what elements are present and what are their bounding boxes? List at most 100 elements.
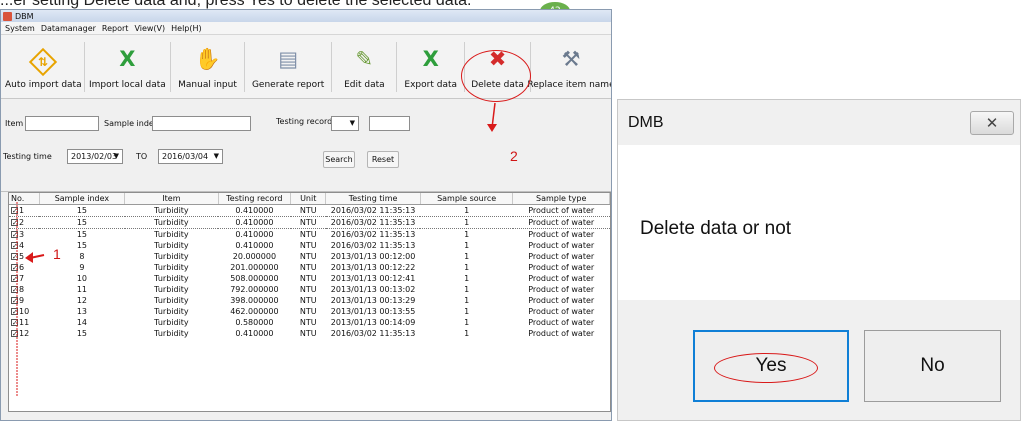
table-cell: 0.580000 bbox=[235, 317, 274, 327]
auto-import-icon: ⇅ bbox=[29, 47, 58, 77]
sample-index-label: Sample index bbox=[104, 119, 159, 128]
table-cell: 2013/01/13 00:12:00 bbox=[330, 251, 416, 261]
table-cell: 1 bbox=[464, 229, 470, 239]
reset-button[interactable]: Reset bbox=[367, 151, 399, 168]
table-cell: Product of water bbox=[528, 306, 595, 316]
table-cell: 2013/01/13 00:12:22 bbox=[330, 262, 416, 272]
table-cell: 792.000000 bbox=[230, 284, 279, 294]
table-row[interactable]: ✓8 11 Turbidity 792.000000 NTU 2013/01/13 00:… bbox=[9, 284, 610, 295]
testing-time-label: Testing time bbox=[3, 152, 52, 161]
table-cell: NTU bbox=[290, 215, 326, 229]
row-number: 6 bbox=[19, 262, 25, 272]
date-from-select[interactable]: 2013/02/03 ▼ bbox=[67, 149, 123, 164]
row-number: 11 bbox=[19, 317, 30, 327]
window-title: DBM bbox=[15, 11, 34, 21]
menu-system[interactable]: System bbox=[5, 24, 35, 33]
table-row[interactable]: ✓6 9 Turbidity 201.000000 NTU 2013/01/13 00:1… bbox=[9, 262, 610, 273]
table-row[interactable]: ✓3 15 Turbidity 0.410000 NTU 2016/03/02 11:35… bbox=[9, 228, 610, 240]
chevron-down-icon: ▼ bbox=[213, 152, 219, 160]
table-row[interactable]: ✓2 15 Turbidity 0.410000 NTU 2016/03/02 11:35… bbox=[9, 215, 610, 229]
table-row[interactable]: ✓4 15 Turbidity 0.410000 NTU 2016/03/02 11:35… bbox=[9, 240, 610, 251]
table-cell: 14 bbox=[76, 317, 87, 327]
column-header[interactable]: Testing record bbox=[218, 193, 292, 205]
table-cell: 1 bbox=[420, 215, 513, 229]
table-cell: Turbidity bbox=[154, 273, 189, 283]
table-row[interactable]: ✓12 15 Turbidity 0.410000 NTU 2016/03/02 11:3… bbox=[9, 328, 610, 339]
table-cell: 15 bbox=[39, 215, 125, 229]
table-cell: Product of water bbox=[528, 295, 595, 305]
row-checkbox[interactable]: ✓ bbox=[11, 218, 18, 226]
no-button[interactable]: No bbox=[864, 330, 1001, 402]
table-cell: 9 bbox=[79, 262, 85, 272]
auto-import-data-button[interactable]: ⇅ Auto import data bbox=[3, 35, 84, 98]
row-checkbox[interactable]: ✓ bbox=[11, 206, 18, 214]
table-cell: NTU bbox=[299, 328, 317, 338]
filter-panel: Item Sample index Testing record ▼ Testi… bbox=[1, 99, 611, 192]
column-header[interactable]: Testing time bbox=[325, 193, 421, 205]
table-cell: NTU bbox=[299, 240, 317, 250]
column-header[interactable]: Sample source bbox=[420, 193, 514, 205]
export-data-button[interactable]: X Export data bbox=[397, 35, 464, 98]
table-cell: ✓12 bbox=[9, 328, 39, 339]
menu-view[interactable]: View(V) bbox=[134, 24, 165, 33]
table-cell: 462.000000 bbox=[230, 306, 279, 316]
row-checkbox[interactable]: ✓ bbox=[11, 318, 18, 326]
column-header[interactable]: Unit bbox=[290, 193, 327, 205]
manual-input-button[interactable]: ✋ Manual input bbox=[171, 35, 244, 98]
column-header[interactable]: Sample index bbox=[39, 193, 126, 205]
table-cell: 15 bbox=[76, 229, 87, 239]
table-row[interactable]: ✓9 12 Turbidity 398.000000 NTU 2013/01/13 00:… bbox=[9, 295, 610, 306]
menu-report[interactable]: Report bbox=[102, 24, 129, 33]
dialog-footer: Yes No bbox=[618, 300, 1020, 420]
table-row[interactable]: ✓11 14 Turbidity 0.580000 NTU 2013/01/13 00:1… bbox=[9, 317, 610, 328]
table-cell: 0.410000 bbox=[235, 240, 274, 250]
table-cell: Turbidity bbox=[154, 317, 189, 327]
testing-record-operator-select[interactable]: ▼ bbox=[331, 116, 359, 131]
search-button[interactable]: Search bbox=[323, 151, 355, 168]
table-row[interactable]: ✓5 8 Turbidity 20.000000 NTU 2013/01/13 00:12… bbox=[9, 251, 610, 262]
row-number: 12 bbox=[19, 328, 30, 338]
table-cell: ✓8 bbox=[9, 284, 39, 295]
row-checkbox[interactable]: ✓ bbox=[11, 307, 18, 315]
import-local-data-button[interactable]: X Import local data bbox=[85, 35, 171, 98]
column-header[interactable]: Item bbox=[124, 193, 219, 205]
row-checkbox[interactable]: ✓ bbox=[11, 285, 18, 293]
table-cell: NTU bbox=[299, 295, 317, 305]
table-cell: 20.000000 bbox=[232, 251, 277, 261]
table-cell: Turbidity bbox=[154, 284, 189, 294]
row-checkbox[interactable]: ✓ bbox=[11, 252, 18, 260]
close-icon[interactable]: ✕ bbox=[970, 110, 1014, 135]
row-checkbox[interactable]: ✓ bbox=[11, 274, 18, 282]
table-cell: NTU bbox=[299, 273, 317, 283]
export-excel-icon: X bbox=[422, 47, 439, 71]
table-cell: Turbidity bbox=[154, 229, 189, 239]
table-row[interactable]: ✓7 10 Turbidity 508.000000 NTU 2013/01/13 00:… bbox=[9, 273, 610, 284]
table-cell: Turbidity bbox=[154, 295, 189, 305]
table-cell: 2016/03/02 11:35:13 bbox=[330, 240, 416, 250]
testing-record-input[interactable] bbox=[369, 116, 410, 131]
menu-datamanager[interactable]: Datamanager bbox=[41, 24, 96, 33]
menu-help[interactable]: Help(H) bbox=[171, 24, 202, 33]
dialog-title: DMB bbox=[628, 113, 664, 131]
table-cell: Turbidity bbox=[154, 205, 189, 215]
table-cell: 15 bbox=[76, 240, 87, 250]
table-row[interactable]: ✓1 15 Turbidity 0.410000 NTU 2016/03/02 11:35… bbox=[9, 204, 610, 216]
yes-highlight-ring bbox=[714, 353, 818, 383]
row-checkbox[interactable]: ✓ bbox=[11, 241, 18, 249]
table-row[interactable]: ✓10 13 Turbidity 462.000000 NTU 2013/01/13 00… bbox=[9, 306, 610, 317]
column-header[interactable]: No. bbox=[9, 193, 40, 205]
table-cell: ✓7 bbox=[9, 273, 39, 284]
row-checkbox[interactable]: ✓ bbox=[11, 296, 18, 304]
row-checkbox[interactable]: ✓ bbox=[11, 329, 18, 337]
item-input[interactable] bbox=[25, 116, 99, 131]
row-checkbox[interactable]: ✓ bbox=[11, 263, 18, 271]
edit-data-button[interactable]: ✎ Edit data bbox=[332, 35, 396, 98]
column-header[interactable]: Sample type bbox=[512, 193, 610, 205]
edit-pencil-icon: ✎ bbox=[355, 47, 374, 71]
generate-report-button[interactable]: ▤ Generate report bbox=[245, 35, 332, 98]
replace-item-name-button[interactable]: ⚒ Replace item name bbox=[527, 35, 611, 98]
sample-index-input[interactable] bbox=[152, 116, 251, 131]
table-cell: 15 bbox=[76, 328, 87, 338]
row-checkbox[interactable]: ✓ bbox=[11, 230, 18, 238]
date-to-select[interactable]: 2016/03/04 ▼ bbox=[158, 149, 223, 164]
